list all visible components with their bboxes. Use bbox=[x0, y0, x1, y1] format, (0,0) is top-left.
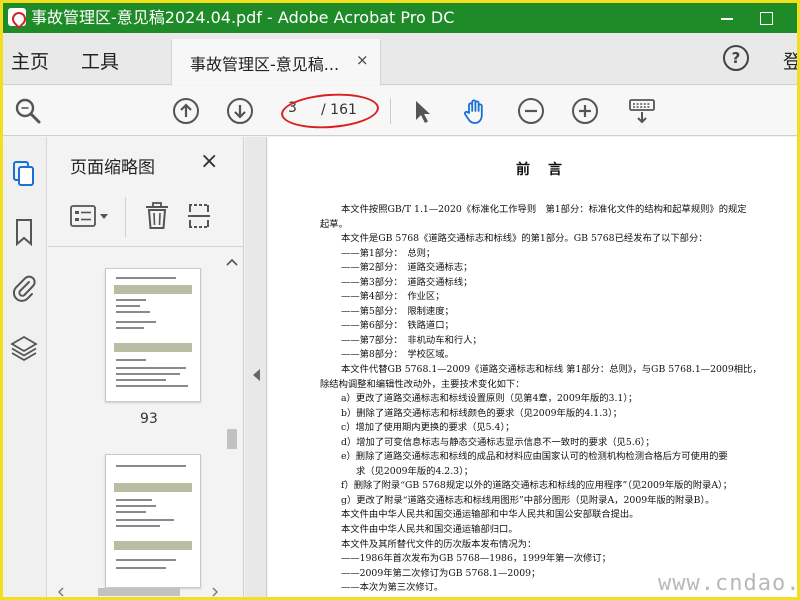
arrow-down-circle-icon[interactable] bbox=[225, 96, 255, 126]
document-line: e）删除了道路交通标志和标线的成品和材料应由国家认可的检测机构检测合格后方可使用… bbox=[341, 451, 728, 463]
layers-icon[interactable] bbox=[10, 333, 38, 363]
trash-icon[interactable] bbox=[142, 201, 172, 231]
minimize-button[interactable] bbox=[709, 6, 745, 30]
tab-bar: 主页 工具 事故管理区-意见稿... × ? 登 bbox=[3, 33, 797, 85]
toolbar-divider bbox=[390, 98, 391, 124]
bookmark-icon[interactable] bbox=[10, 217, 38, 247]
document-line: ——第7部分： 非机动车和行人； bbox=[341, 334, 482, 346]
attachment-icon[interactable] bbox=[10, 273, 38, 303]
extract-page-icon[interactable] bbox=[184, 201, 214, 231]
navigation-rail bbox=[3, 137, 47, 597]
hand-icon[interactable] bbox=[460, 96, 490, 126]
panel-divider bbox=[125, 197, 126, 237]
horizontal-scroll-thumb[interactable] bbox=[98, 588, 180, 596]
document-line: 本文件是GB 5768《道路交通标志和标线》的第1部分。GB 5768已经发布了… bbox=[341, 233, 708, 245]
document-line: ——第4部分： 作业区； bbox=[341, 291, 445, 303]
arrow-up-circle-icon[interactable] bbox=[171, 96, 201, 126]
minus-circle-icon[interactable] bbox=[516, 96, 546, 126]
thumbnail-vertical-scrollbar[interactable] bbox=[223, 249, 241, 597]
vertical-scroll-thumb[interactable] bbox=[227, 429, 237, 449]
document-tab[interactable]: 事故管理区-意见稿... × bbox=[171, 39, 381, 85]
cursor-icon[interactable] bbox=[407, 96, 437, 126]
document-line: 本文件由中华人民共和国交通运输部和中华人民共和国公安部联合提出。 bbox=[341, 509, 639, 521]
login-button[interactable]: 登 bbox=[783, 47, 797, 74]
title-bar: 事故管理区-意见稿2024.04.pdf - Adobe Acrobat Pro… bbox=[3, 3, 797, 33]
thumbnails-panel: 页面缩略图 × 93 bbox=[48, 137, 244, 597]
document-line: c）增加了使用期内更换的要求（见5.4）； bbox=[341, 422, 515, 434]
plus-circle-icon[interactable] bbox=[570, 96, 600, 126]
document-view[interactable]: 前言 本文件按照GB/T 1.1—2020《标准化工作导则 第1部分：标准化文件… bbox=[268, 137, 797, 597]
document-line: ——第3部分： 道路交通标线； bbox=[341, 276, 473, 288]
document-line: b）删除了道路交通标志和标线颜色的要求（见2009年版的4.1.3）； bbox=[341, 407, 623, 419]
home-menu[interactable]: 主页 bbox=[11, 47, 49, 74]
panel-title: 页面缩略图 bbox=[70, 158, 155, 178]
collapse-panel-icon[interactable] bbox=[253, 369, 260, 381]
close-panel-icon[interactable]: × bbox=[200, 149, 218, 174]
toolbar: 3 / 161 bbox=[3, 86, 797, 136]
document-line: g）更改了附录“道路交通标志和标线用图形”中部分图形（见附录A，2009年版的附… bbox=[341, 494, 715, 506]
document-line: 除结构调整和编辑性改动外，主要技术变化如下： bbox=[320, 378, 525, 390]
document-body: 本文件按照GB/T 1.1—2020《标准化工作导则 第1部分：标准化文件的结构… bbox=[320, 203, 770, 596]
document-line: a）更改了道路交通标志和标线设置原则（见第4章，2009年版的3.1）； bbox=[341, 393, 638, 405]
thumbnail-page-94[interactable] bbox=[105, 454, 201, 588]
keyboard-icon[interactable] bbox=[627, 96, 657, 126]
document-line: d）增加了可变信息标志与静态交通标志显示信息不一致时的要求（见5.6）； bbox=[341, 436, 655, 448]
thumbnail-page-93[interactable] bbox=[105, 268, 201, 402]
window-title: 事故管理区-意见稿2024.04.pdf - Adobe Acrobat Pro… bbox=[31, 8, 455, 27]
document-line: ——第1部分： 总则； bbox=[341, 247, 436, 259]
document-heading: 前言 bbox=[516, 162, 580, 178]
help-icon[interactable]: ? bbox=[723, 45, 749, 71]
document-line: ——第2部分： 道路交通标志； bbox=[341, 262, 473, 274]
magnifier-icon[interactable] bbox=[13, 96, 43, 126]
annotation-circle bbox=[279, 90, 381, 132]
thumbnail-options-icon[interactable] bbox=[68, 203, 114, 231]
document-line: 本文件代替GB 5768.1—2009《道路交通标志和标线 第1部分：总则》，与… bbox=[341, 364, 762, 376]
thumbnail-list: 93 bbox=[70, 249, 220, 594]
tools-menu[interactable]: 工具 bbox=[81, 47, 119, 74]
maximize-button[interactable] bbox=[748, 6, 784, 30]
document-tab-label: 事故管理区-意见稿... bbox=[190, 55, 340, 74]
thumbnail-horizontal-scrollbar[interactable] bbox=[54, 585, 222, 597]
panel-splitter[interactable] bbox=[245, 137, 267, 597]
document-line: 本文件及其所替代文件的历次版本发布情况为： bbox=[341, 538, 537, 550]
document-line: ——1986年首次发布为GB 5768—1986，1999年第一次修订； bbox=[341, 553, 611, 565]
acrobat-logo-icon bbox=[8, 8, 26, 26]
document-line: 起草。 bbox=[320, 218, 348, 230]
panel-toolbar bbox=[48, 189, 244, 247]
page-thumbnails-icon[interactable] bbox=[10, 159, 38, 189]
document-line: ——第6部分： 铁路道口； bbox=[341, 320, 454, 332]
document-line: 本文件由中华人民共和国交通运输部归口。 bbox=[341, 524, 518, 536]
document-line: 求（见2009年版的4.2.3）； bbox=[356, 465, 474, 477]
app-window: 事故管理区-意见稿2024.04.pdf - Adobe Acrobat Pro… bbox=[0, 0, 800, 600]
document-line: f）删除了附录“GB 5768规定以外的道路交通标志和标线的应用程序”（见200… bbox=[341, 480, 732, 492]
document-line: 本文件按照GB/T 1.1—2020《标准化工作导则 第1部分：标准化文件的结构… bbox=[341, 204, 747, 215]
watermark: www.cndao.com bbox=[658, 571, 797, 596]
close-tab-icon[interactable]: × bbox=[356, 51, 369, 69]
document-line: ——第5部分： 限制速度； bbox=[341, 305, 454, 317]
thumbnail-label: 93 bbox=[140, 411, 158, 427]
document-line: ——第8部分： 学校区域。 bbox=[341, 349, 454, 361]
